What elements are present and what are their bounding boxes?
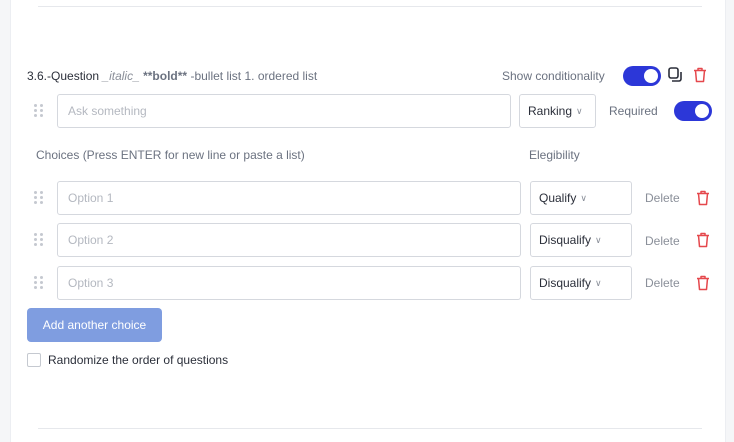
delete-choice-link[interactable]: Delete [645,191,680,205]
trash-icon[interactable] [696,275,710,291]
eligibility-value: Disqualify [539,233,592,247]
toggle-knob [644,69,658,83]
question-card [10,0,726,442]
list-markdown: -bullet list 1. ordered list [190,69,318,83]
drag-handle-icon[interactable] [34,191,44,205]
show-conditionality-toggle[interactable] [623,66,661,86]
trash-icon[interactable] [696,190,710,206]
top-divider [38,6,702,7]
question-title-word: Question [51,69,100,83]
choice-input[interactable] [57,181,521,215]
randomize-checkbox[interactable] [27,353,41,367]
eligibility-select[interactable]: Disqualify ∨ [530,266,632,300]
drag-handle-icon[interactable] [34,104,44,118]
eligibility-select[interactable]: Qualify ∨ [530,181,632,215]
show-conditionality-label: Show conditionality [502,69,605,83]
bottom-divider [38,428,702,429]
question-number: 3.6.- [27,69,52,83]
eligibility-select[interactable]: Disqualify ∨ [530,223,632,257]
eligibility-value: Disqualify [539,276,592,290]
required-toggle[interactable] [674,101,712,121]
eligibility-value: Qualify [539,191,577,205]
toggle-knob [695,104,709,118]
question-type-value: Ranking [528,104,573,118]
trash-icon[interactable] [693,67,707,83]
question-type-select[interactable]: Ranking ∨ [519,94,596,128]
italic-markdown: _italic_ [102,69,140,83]
delete-choice-link[interactable]: Delete [645,276,680,290]
bold-markdown: **bold** [143,69,188,83]
drag-handle-icon[interactable] [34,276,44,290]
question-prompt-input[interactable] [57,94,511,128]
chevron-down-icon: ∨ [576,105,583,116]
chevron-down-icon: ∨ [595,234,602,245]
choice-input[interactable] [57,223,521,257]
delete-choice-link[interactable]: Delete [645,234,680,248]
drag-handle-icon[interactable] [34,233,44,247]
chevron-down-icon: ∨ [580,192,587,203]
eligibility-heading: Elegibility [529,148,580,162]
copy-icon[interactable] [668,67,682,83]
required-label: Required [609,104,658,118]
choices-heading: Choices (Press ENTER for new line or pas… [36,148,305,162]
trash-icon[interactable] [696,232,710,248]
randomize-label: Randomize the order of questions [48,353,229,367]
chevron-down-icon: ∨ [595,277,602,288]
choice-input[interactable] [57,266,521,300]
question-header: 3.6.-Question _italic_ **bold** -bullet … [27,68,317,84]
add-choice-button[interactable]: Add another choice [27,308,162,342]
